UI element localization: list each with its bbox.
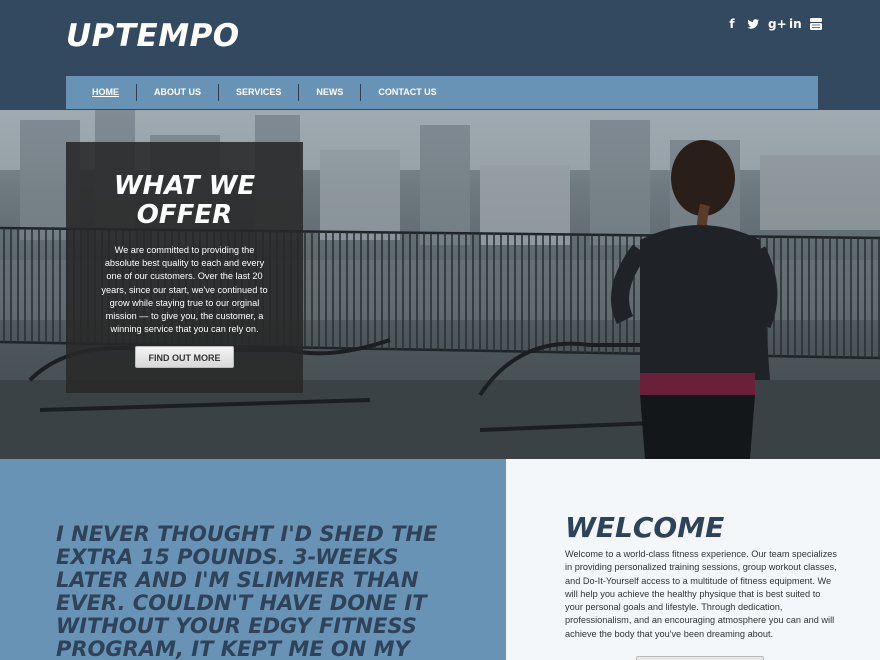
welcome-title: WELCOME: [565, 511, 725, 544]
welcome-text: Welcome to a world-class fitness experie…: [565, 549, 837, 639]
nav-home[interactable]: HOME: [92, 84, 136, 101]
twitter-icon[interactable]: [747, 17, 759, 31]
offer-title: WHAT WE OFFER: [66, 172, 303, 230]
offer-title-line-2: OFFER: [136, 200, 233, 230]
hero-banner: WHAT WE OFFER We are committed to provid…: [0, 110, 880, 459]
site-header: UPTEMPO f g+ in HOME ABOUT US SERVICES N…: [0, 0, 880, 110]
linkedin-icon[interactable]: in: [789, 17, 802, 31]
nav-about-us[interactable]: ABOUT US: [136, 84, 218, 101]
youtube-icon[interactable]: [810, 17, 822, 31]
nav-services[interactable]: SERVICES: [218, 84, 298, 101]
facebook-icon[interactable]: f: [726, 17, 738, 31]
site-logo[interactable]: UPTEMPO: [66, 18, 240, 54]
offer-description: We are committed to providing the absolu…: [101, 245, 268, 335]
welcome-section: WELCOME Welcome to a world-class fitness…: [506, 459, 880, 660]
welcome-button[interactable]: [636, 656, 764, 660]
main-nav: HOME ABOUT US SERVICES NEWS CONTACT US: [66, 76, 818, 109]
find-out-more-button[interactable]: FIND OUT MORE: [135, 346, 234, 369]
nav-news[interactable]: NEWS: [298, 84, 360, 101]
google-plus-icon[interactable]: g+: [768, 17, 787, 31]
testimonial-quote: I NEVER THOUGHT I'D SHED THE EXTRA 15 PO…: [56, 522, 438, 660]
nav-contact-us[interactable]: CONTACT US: [360, 84, 453, 101]
offer-title-line-1: WHAT WE: [113, 171, 256, 201]
offer-card: WHAT WE OFFER We are committed to provid…: [66, 142, 303, 393]
social-links: f g+ in: [726, 17, 822, 31]
testimonial-section: I NEVER THOUGHT I'D SHED THE EXTRA 15 PO…: [0, 459, 506, 660]
